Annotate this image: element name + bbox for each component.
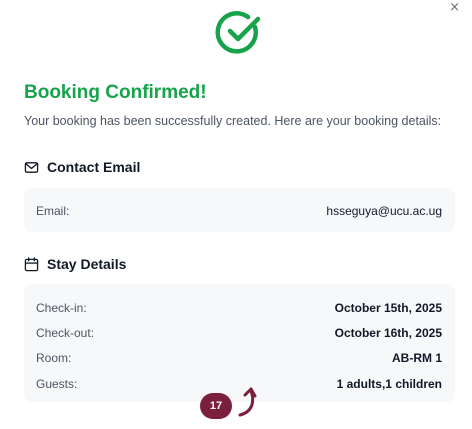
check-out-label: Check-out: [36,326,95,340]
dialog-title: Booking Confirmed! [24,82,207,103]
room-value: AB-RM 1 [392,351,442,365]
check-in-row: Check-in: October 15th, 2025 [36,301,442,315]
dialog-subtitle: Your booking has been successfully creat… [24,114,442,128]
check-out-value: October 16th, 2025 [334,326,442,340]
close-icon[interactable]: × [449,0,460,15]
check-in-value: October 15th, 2025 [334,301,442,315]
guests-value: 1 adults,1 children [336,377,442,391]
mail-icon [24,161,39,173]
email-value: hsseguya@ucu.ac.ug [326,204,442,218]
stay-details-heading: Stay Details [24,256,126,272]
email-label: Email: [36,204,70,218]
contact-email-heading-label: Contact Email [47,159,141,175]
contact-email-heading: Contact Email [24,159,140,175]
step-number-badge: 17 [200,393,232,419]
guests-label: Guests: [36,377,78,391]
curved-arrow-icon [238,387,257,417]
stay-details-heading-label: Stay Details [47,256,127,272]
email-card: Email: hsseguya@ucu.ac.ug [24,188,455,232]
email-row: Email: hsseguya@ucu.ac.ug [36,204,442,218]
room-row: Room: AB-RM 1 [36,351,442,365]
check-out-row: Check-out: October 16th, 2025 [36,326,442,340]
check-circle-icon [215,11,261,54]
calendar-icon [24,256,39,271]
room-label: Room: [36,351,72,365]
check-in-label: Check-in: [36,301,87,315]
